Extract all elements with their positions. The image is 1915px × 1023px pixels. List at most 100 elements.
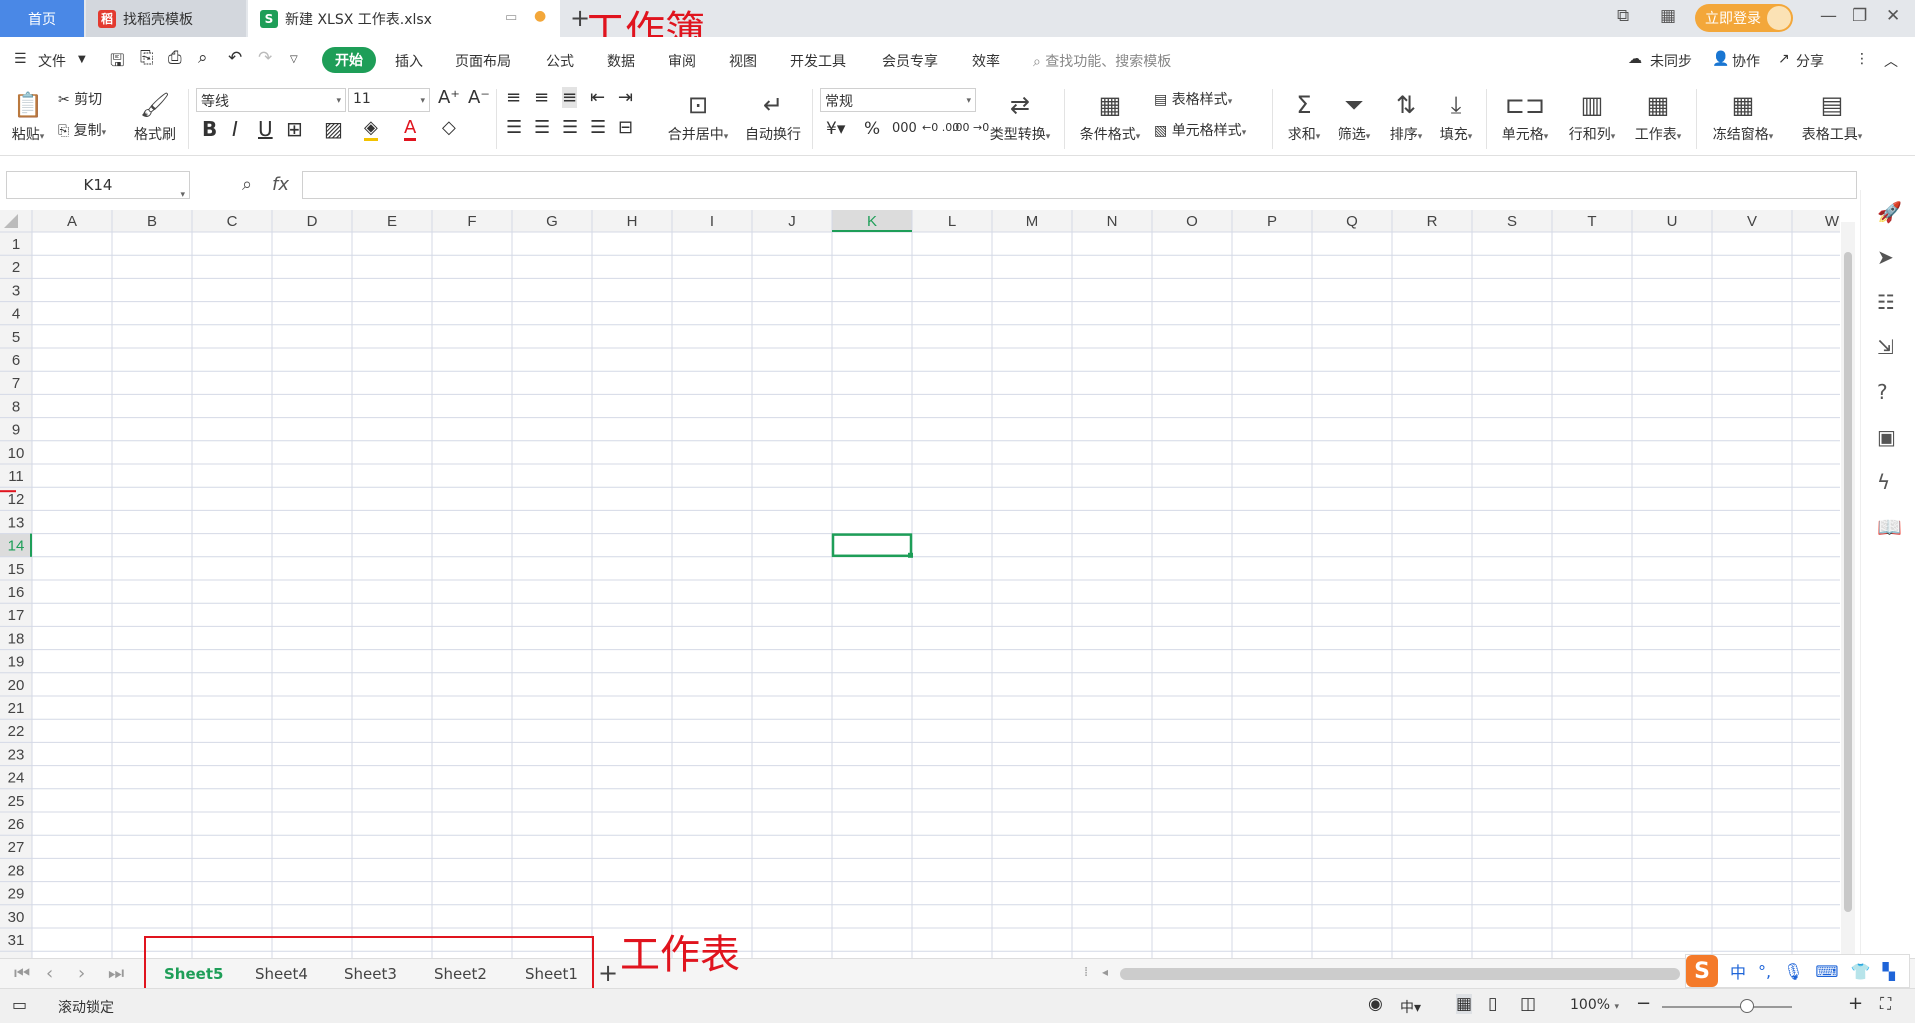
keyboard-icon[interactable]: ⌨	[1815, 962, 1838, 981]
login-button[interactable]: 立即登录	[1695, 4, 1793, 32]
row-header-22[interactable]: 22	[8, 723, 25, 740]
align-left-icon[interactable]: ☰	[506, 117, 522, 138]
share-button[interactable]: 分享	[1796, 51, 1824, 71]
column-header-F[interactable]: F	[467, 213, 476, 230]
column-header-T[interactable]: T	[1587, 213, 1596, 230]
fullscreen-icon[interactable]: ⛶	[1880, 994, 1891, 1014]
border-icon[interactable]: ⊞	[286, 117, 303, 141]
fill-color-icon[interactable]: ◈	[364, 117, 378, 141]
cell-button[interactable]: ⊏⊐ 单元格▾	[1496, 86, 1554, 144]
redo-icon[interactable]: ↷	[258, 48, 272, 68]
row-header-19[interactable]: 19	[8, 654, 25, 671]
row-header-16[interactable]: 16	[8, 584, 25, 601]
menu-page-layout[interactable]: 页面布局	[455, 51, 511, 71]
table-style-button[interactable]: ▤ 表格样式▾	[1154, 89, 1232, 109]
row-header-29[interactable]: 29	[8, 886, 25, 903]
indent-decrease-icon[interactable]: ⇤	[590, 87, 605, 108]
page-break-view-icon[interactable]: ◫	[1520, 994, 1536, 1014]
row-header-17[interactable]: 17	[8, 607, 25, 624]
first-sheet-icon[interactable]: ⏮	[14, 963, 30, 984]
print-icon[interactable]: ⎙	[168, 48, 182, 68]
wrap-text-button[interactable]: ↵ 自动换行	[740, 86, 806, 144]
add-sheet-button[interactable]: +	[598, 959, 618, 987]
more-icon[interactable]: ⋮	[1855, 51, 1869, 67]
sum-button[interactable]: Σ 求和▾	[1282, 86, 1326, 144]
microphone-icon[interactable]: 🎙	[1783, 962, 1803, 981]
hamburger-icon[interactable]: ☰	[14, 51, 27, 67]
print-preview-icon[interactable]: ⌕	[198, 48, 208, 68]
row-header-10[interactable]: 10	[8, 445, 25, 462]
restore-icon[interactable]: ❐	[1852, 6, 1867, 26]
number-format-select[interactable]: 常规 ▾	[820, 88, 976, 112]
row-header-20[interactable]: 20	[8, 677, 25, 694]
copy-button[interactable]: ⎘ 复制▾	[58, 120, 106, 140]
column-header-Q[interactable]: Q	[1346, 213, 1358, 230]
row-header-5[interactable]: 5	[12, 329, 20, 346]
monitor-icon[interactable]: ▭	[505, 10, 517, 25]
formula-input[interactable]	[302, 171, 1857, 199]
save-icon[interactable]: 🖫	[110, 48, 124, 77]
row-header-9[interactable]: 9	[12, 422, 20, 439]
grid-canvas[interactable]: A B C D E F G H I J K L M N O P Q R S T U V W12345678910111213…	[0, 210, 1840, 958]
row-header-1[interactable]: 1	[12, 236, 20, 253]
book-search-icon[interactable]: 📖	[1877, 515, 1902, 539]
row-header-7[interactable]: 7	[12, 375, 20, 392]
fx-icon[interactable]: fx	[272, 174, 289, 195]
ime-punctuation-icon[interactable]: °,	[1758, 962, 1771, 981]
zoom-formula-icon[interactable]: ⌕	[242, 174, 252, 195]
rocket-icon[interactable]: 🚀	[1877, 200, 1902, 224]
currency-icon[interactable]: ¥▾	[826, 119, 845, 139]
column-header-U[interactable]: U	[1667, 213, 1678, 230]
row-header-8[interactable]: 8	[12, 398, 20, 415]
type-convert-button[interactable]: ⇄ 类型转换▾	[982, 86, 1058, 144]
row-header-27[interactable]: 27	[8, 839, 25, 856]
image-search-icon[interactable]: ▣	[1877, 425, 1896, 449]
column-header-A[interactable]: A	[67, 213, 77, 230]
normal-view-icon[interactable]: ▦	[1456, 994, 1473, 1014]
row-header-14[interactable]: 14	[8, 538, 25, 555]
column-header-G[interactable]: G	[546, 213, 558, 230]
close-icon[interactable]: ✕	[1886, 6, 1900, 26]
column-header-E[interactable]: E	[387, 213, 397, 230]
row-header-12[interactable]: 12	[8, 491, 25, 508]
row-header-18[interactable]: 18	[8, 630, 25, 647]
vertical-scrollbar[interactable]	[1841, 222, 1855, 958]
quick-access-dropdown-icon[interactable]: ▽	[290, 54, 298, 65]
font-size-select[interactable]: 11 ▾	[348, 88, 430, 112]
zoom-slider-handle[interactable]	[1740, 999, 1754, 1013]
transform-icon[interactable]: ⇲	[1877, 335, 1894, 359]
clear-format-icon[interactable]: ◇	[442, 117, 456, 138]
decrease-font-icon[interactable]: A⁻	[468, 87, 490, 108]
column-header-C[interactable]: C	[227, 213, 238, 230]
column-header-I[interactable]: I	[710, 213, 714, 230]
toolbox-icon[interactable]: ▚	[1882, 962, 1894, 981]
percent-icon[interactable]: %	[864, 119, 880, 139]
chevron-down-icon[interactable]: ▼	[78, 54, 86, 65]
cut-button[interactable]: ✂ 剪切	[58, 89, 102, 109]
menu-start[interactable]: 开始	[322, 47, 376, 73]
column-header-R[interactable]: R	[1427, 213, 1438, 230]
bold-icon[interactable]: B	[202, 117, 217, 141]
column-header-K[interactable]: K	[867, 213, 877, 230]
column-header-L[interactable]: L	[948, 213, 956, 230]
help-icon[interactable]: ?	[1877, 380, 1888, 404]
search-input[interactable]: ⌕ 查找功能、搜索模板	[1033, 51, 1171, 71]
column-header-D[interactable]: D	[307, 213, 318, 230]
vertical-scroll-thumb[interactable]	[1844, 252, 1852, 912]
ime-indicator-icon[interactable]: 中▾	[1400, 997, 1421, 1017]
tab-template[interactable]: 稻 找稻壳模板	[86, 0, 246, 37]
indent-increase-icon[interactable]: ⇥	[618, 87, 633, 108]
zoom-in-icon[interactable]: +	[1848, 993, 1863, 1014]
font-color-icon[interactable]: A	[404, 117, 417, 141]
page-layout-view-icon[interactable]: ▯	[1488, 994, 1497, 1014]
menu-file[interactable]: 文件	[38, 51, 66, 71]
eye-protection-icon[interactable]: ◉	[1368, 994, 1383, 1014]
menu-review[interactable]: 审阅	[668, 51, 696, 71]
cell-style-button[interactable]: ▧ 单元格样式▾	[1154, 120, 1246, 140]
font-name-select[interactable]: 等线 ▾	[196, 88, 346, 112]
column-header-J[interactable]: J	[788, 213, 796, 230]
column-header-N[interactable]: N	[1107, 213, 1118, 230]
ime-toolbar[interactable]: S 中 °, 🎙 ⌨ 👕 ▚	[1685, 954, 1910, 988]
filter-button[interactable]: ⏷ 筛选▾	[1332, 86, 1376, 144]
share-icon[interactable]: ↗	[1778, 51, 1790, 67]
